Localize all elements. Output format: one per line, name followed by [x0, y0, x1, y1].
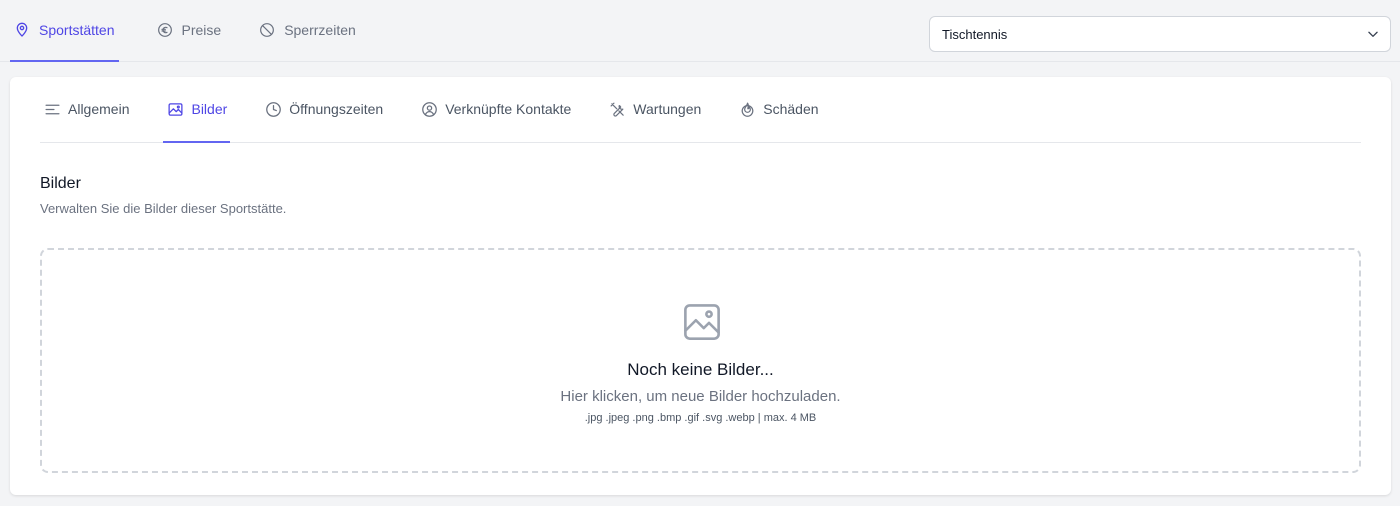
tab-label: Schäden: [763, 101, 819, 117]
flame-icon: [738, 100, 756, 118]
user-circle-icon: [420, 100, 438, 118]
map-pin-icon: [13, 21, 31, 39]
tab-label: Verknüpfte Kontakte: [445, 101, 572, 117]
tab-label: Wartungen: [633, 101, 702, 117]
tab-label: Sperrzeiten: [284, 22, 356, 38]
chevron-down-icon: [1368, 31, 1378, 37]
sport-select[interactable]: Tischtennis: [929, 16, 1391, 52]
sport-select-value: Tischtennis: [942, 26, 1008, 42]
tab-schaeden[interactable]: Schäden: [735, 77, 821, 143]
tab-label: Preise: [181, 22, 222, 38]
align-left-icon: [43, 100, 61, 118]
tab-sperrzeiten[interactable]: Sperrzeiten: [255, 0, 356, 62]
content-card: Allgemein Bilder Öffnungszeiten Verknüpf…: [10, 77, 1391, 495]
section-title: Bilder: [40, 175, 81, 192]
tab-allgemein[interactable]: Allgemein: [40, 77, 132, 143]
tab-preise[interactable]: Preise: [153, 0, 222, 62]
top-nav: Sportstätten Preise Sperrzeiten: [10, 0, 390, 62]
dropzone-file-hint: .jpg .jpeg .png .bmp .gif .svg .webp | m…: [584, 412, 817, 424]
tools-icon: [608, 100, 626, 118]
clock-icon: [264, 100, 282, 118]
euro-icon: [156, 21, 174, 39]
tab-bilder[interactable]: Bilder: [163, 77, 231, 143]
tab-wartungen[interactable]: Wartungen: [605, 77, 704, 143]
tab-label: Bilder: [191, 101, 228, 117]
image-icon: [166, 100, 184, 118]
tab-oeffnungszeiten[interactable]: Öffnungszeiten: [261, 77, 386, 143]
ban-icon: [258, 21, 276, 39]
tab-label: Allgemein: [68, 101, 130, 117]
image-icon: [684, 304, 720, 340]
dropzone-title: Noch keine Bilder...: [627, 360, 774, 379]
sub-nav: Allgemein Bilder Öffnungszeiten Verknüpf…: [40, 77, 1361, 143]
tab-label: Sportstätten: [39, 22, 115, 38]
image-upload-dropzone[interactable]: Noch keine Bilder... Hier klicken, um ne…: [40, 248, 1361, 473]
tab-label: Öffnungszeiten: [289, 101, 384, 117]
tab-verknuepfte-kontakte[interactable]: Verknüpfte Kontakte: [417, 77, 574, 143]
dropzone-subtitle: Hier klicken, um neue Bilder hochzuladen…: [560, 388, 841, 405]
top-bar: Sportstätten Preise Sperrzeiten Tischten…: [0, 0, 1400, 62]
section-description: Verwalten Sie die Bilder dieser Sportstä…: [40, 201, 287, 216]
tab-sportstaetten[interactable]: Sportstätten: [10, 0, 119, 62]
